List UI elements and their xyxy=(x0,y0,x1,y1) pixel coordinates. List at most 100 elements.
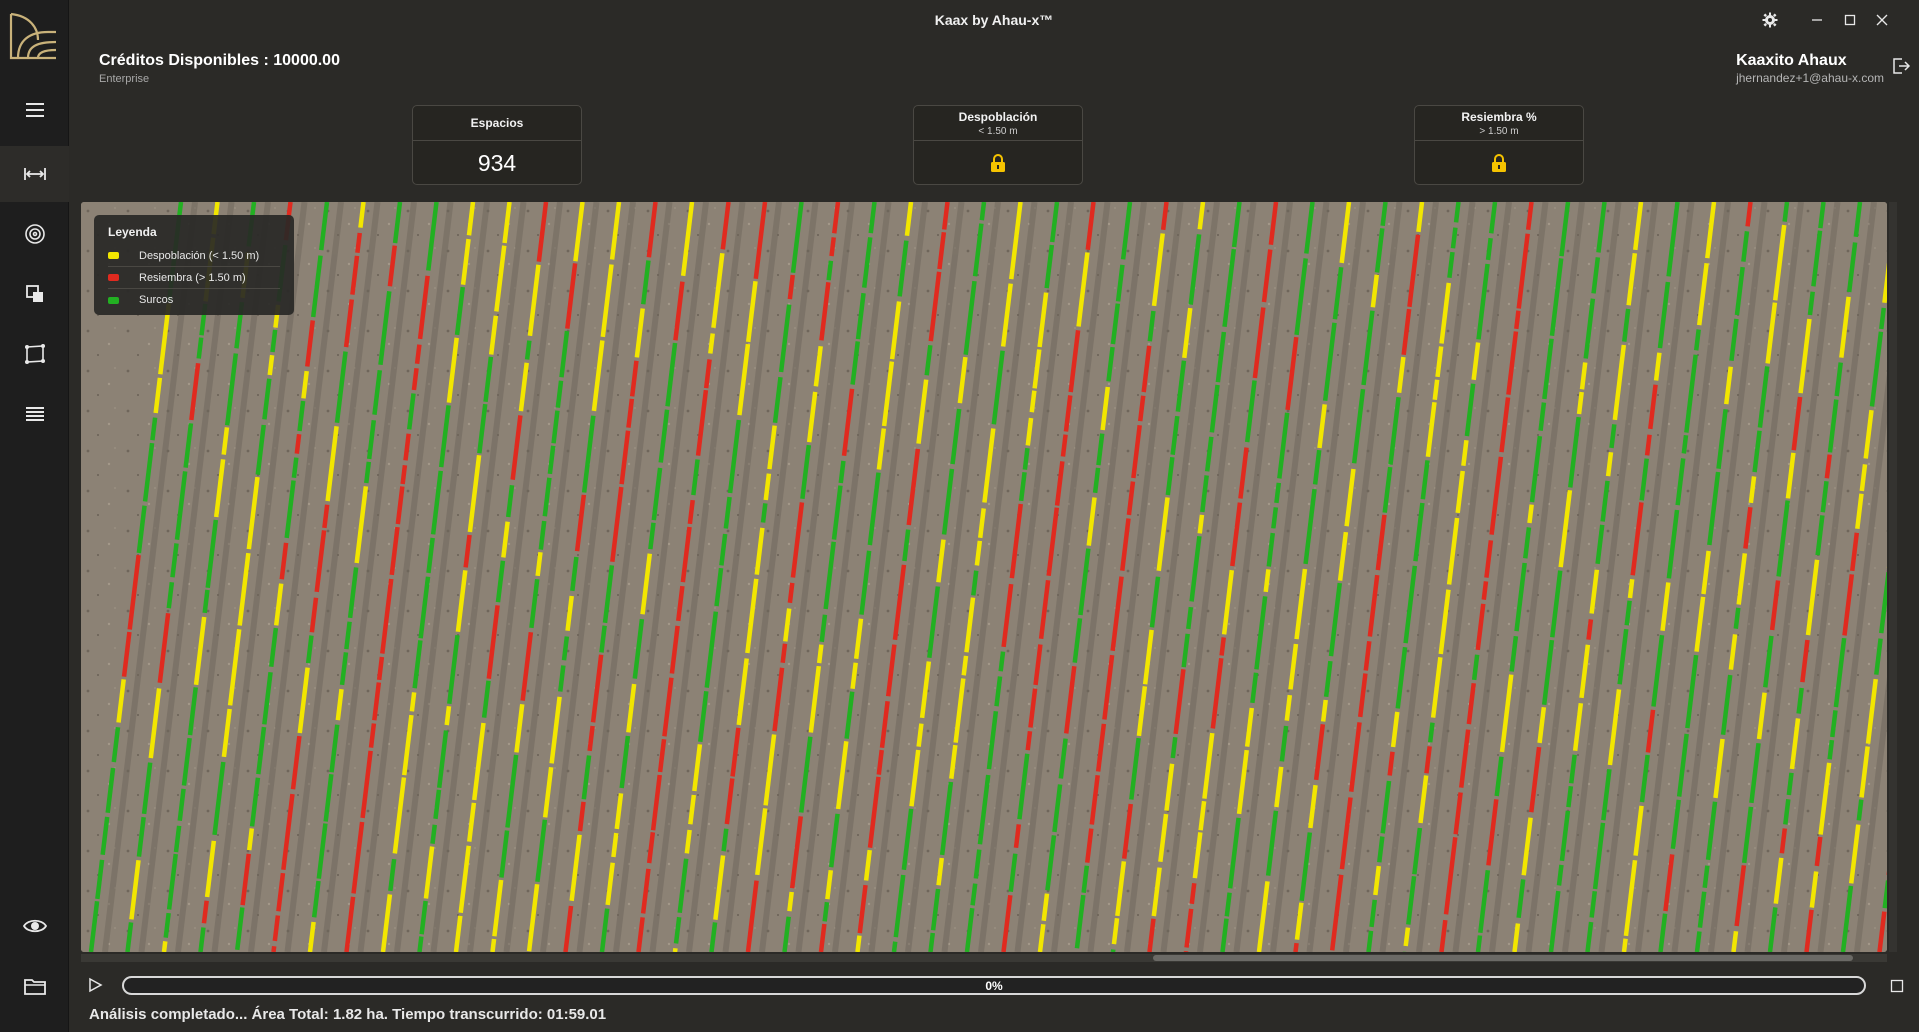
row-segment xyxy=(291,457,299,479)
row-segment xyxy=(1447,251,1455,279)
row-segment xyxy=(161,941,168,952)
row-segment xyxy=(368,723,377,748)
logout-icon[interactable] xyxy=(1891,56,1911,76)
row-segment xyxy=(1605,451,1614,477)
row-segment xyxy=(201,900,209,924)
open-folder-button[interactable] xyxy=(0,958,69,1014)
row-segment xyxy=(1779,828,1788,854)
row-segment xyxy=(1424,746,1432,774)
row-segment xyxy=(270,329,278,353)
row-segment xyxy=(1745,202,1753,227)
close-icon xyxy=(1876,14,1888,26)
row-segment xyxy=(1284,694,1293,721)
polygon-tool-button[interactable] xyxy=(0,326,69,382)
row-segment xyxy=(1824,454,1832,479)
row-segment xyxy=(417,936,424,952)
legend-title: Leyenda xyxy=(108,225,157,239)
row-segment xyxy=(1013,824,1022,849)
row-segment xyxy=(1170,736,1178,759)
map-horizontal-scrollbar[interactable] xyxy=(81,954,1887,962)
minimize-icon xyxy=(1812,19,1822,21)
row-segment xyxy=(1481,581,1489,600)
row-segment xyxy=(928,932,936,952)
row-segment xyxy=(150,417,158,441)
legend-item-despoblacion: Despoblación (< 1.50 m) xyxy=(108,245,280,267)
row-segment xyxy=(558,665,566,692)
row-segment xyxy=(364,461,372,484)
sidebar xyxy=(0,0,69,1032)
row-segment xyxy=(561,636,570,661)
legend-label: Resiembra (> 1.50 m) xyxy=(139,271,246,284)
row-segment xyxy=(1681,435,1689,454)
card-title: Resiembra % xyxy=(1461,109,1537,124)
row-segment xyxy=(974,540,983,566)
list-icon xyxy=(25,407,44,421)
minimize-button[interactable] xyxy=(1804,7,1830,33)
field-map[interactable] xyxy=(81,202,1887,952)
row-segment xyxy=(1827,739,1835,760)
row-segment xyxy=(760,503,768,523)
visibility-button[interactable] xyxy=(0,898,69,954)
row-segment xyxy=(202,589,210,614)
credits-panel: Créditos Disponibles : 10000.00 Enterpri… xyxy=(99,52,340,85)
card-header: Espacios xyxy=(413,106,581,141)
map-vertical-scrollbar[interactable] xyxy=(1889,202,1897,952)
layers-tool-button[interactable] xyxy=(0,266,69,322)
stop-button[interactable] xyxy=(1889,978,1905,994)
row-segment xyxy=(267,354,275,376)
measure-icon xyxy=(23,168,46,180)
row-segment xyxy=(876,749,884,775)
settings-button[interactable] xyxy=(1757,7,1783,33)
row-segment xyxy=(400,464,408,485)
user-email: jhernandez+1@ahau-x.com xyxy=(1736,71,1884,85)
row-segment xyxy=(1589,891,1598,918)
row-segment xyxy=(1293,942,1299,952)
row-segment xyxy=(1644,434,1652,456)
row-segment xyxy=(1111,918,1120,945)
row-segment xyxy=(271,945,277,952)
play-button[interactable] xyxy=(86,976,104,994)
row-segment xyxy=(1453,202,1461,223)
field-rows-layer xyxy=(81,202,1887,952)
row-segment xyxy=(294,434,302,454)
legend-item-surcos: Surcos xyxy=(108,289,280,311)
close-button[interactable] xyxy=(1869,7,1895,33)
scrollbar-thumb[interactable] xyxy=(1153,955,1853,961)
legend-item-resiembra: Resiembra (> 1.50 m) xyxy=(108,267,280,289)
menu-button[interactable] xyxy=(0,82,69,138)
row-segment xyxy=(490,938,497,952)
row-segment xyxy=(1556,864,1564,886)
measure-tool-button[interactable] xyxy=(0,146,69,202)
card-locked-value[interactable] xyxy=(1415,141,1583,185)
menu-icon xyxy=(25,103,44,117)
card-locked-value[interactable] xyxy=(914,141,1082,185)
row-segment xyxy=(1274,482,1282,504)
row-segment xyxy=(998,651,1006,672)
maximize-button[interactable] xyxy=(1837,7,1863,33)
row-segment xyxy=(1427,722,1435,743)
row-segment xyxy=(1224,892,1232,917)
target-tool-button[interactable] xyxy=(0,206,69,262)
list-tool-button[interactable] xyxy=(0,386,69,442)
card-despoblacion: Despoblación < 1.50 m xyxy=(913,105,1083,185)
row-segment xyxy=(1796,687,1804,714)
row-segment xyxy=(648,522,656,550)
row-segment xyxy=(1186,606,1194,630)
row-segment xyxy=(1029,390,1037,413)
row-segment xyxy=(855,935,862,952)
row-segment xyxy=(358,202,366,228)
card-title: Despoblación xyxy=(958,109,1038,124)
row-segment xyxy=(1879,307,1887,330)
row-segment xyxy=(272,915,281,942)
row-segment xyxy=(1783,799,1791,825)
row-segment xyxy=(1432,379,1440,401)
row-segment xyxy=(1693,329,1701,351)
row-segment xyxy=(1403,927,1411,947)
row-segment xyxy=(1137,395,1146,422)
row-segment xyxy=(1733,607,1741,629)
row-segment xyxy=(409,692,417,712)
row-segment xyxy=(376,656,385,681)
row-segment xyxy=(1092,467,1101,494)
row-segment xyxy=(838,460,846,484)
row-segment xyxy=(524,340,532,360)
